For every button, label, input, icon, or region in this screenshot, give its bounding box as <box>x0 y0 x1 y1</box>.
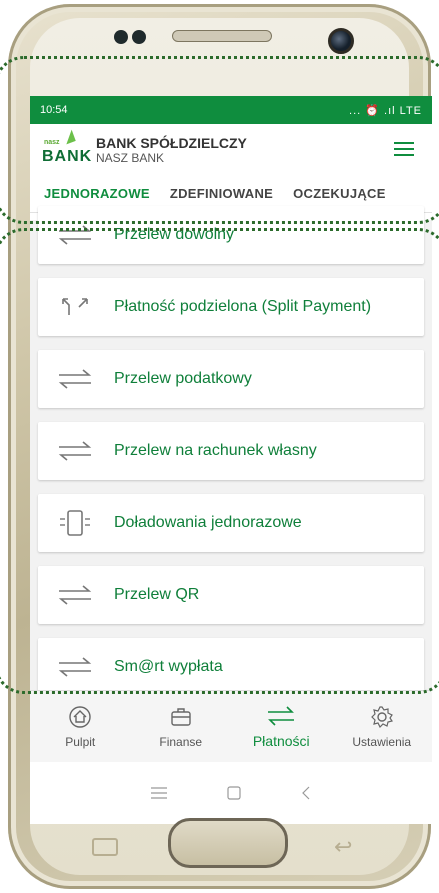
back-button-icon[interactable]: ↩ <box>334 834 368 859</box>
earpiece-speaker <box>172 30 272 42</box>
recent-apps-button[interactable] <box>92 838 118 856</box>
highlight-list-outline <box>0 228 439 694</box>
highlight-top-outline <box>0 56 439 224</box>
menu-lines-icon[interactable] <box>151 787 167 799</box>
gear-icon <box>370 706 393 729</box>
home-square-icon[interactable] <box>227 786 241 800</box>
nav-label: Finanse <box>159 735 203 749</box>
home-icon <box>69 706 91 728</box>
nav-label: Pulpit <box>65 735 96 749</box>
nav-label: Ustawienia <box>352 735 412 749</box>
home-button[interactable] <box>168 818 288 868</box>
nav-ustawienia[interactable]: Ustawienia <box>337 705 427 749</box>
nav-pulpit[interactable]: Pulpit <box>35 705 125 749</box>
nav-label: Płatności <box>252 733 310 749</box>
briefcase-icon <box>171 708 191 726</box>
back-chevron-icon[interactable] <box>301 786 311 800</box>
nav-platnosci[interactable]: Płatności <box>236 705 326 749</box>
bottom-navigation: Pulpit Finanse Płatności Ustawienia <box>30 690 432 763</box>
transfer-icon <box>268 706 295 726</box>
system-navigation-bar <box>30 762 432 824</box>
sensor-dots <box>114 30 150 49</box>
front-camera-icon <box>328 28 354 54</box>
nav-finanse[interactable]: Finanse <box>136 705 226 749</box>
